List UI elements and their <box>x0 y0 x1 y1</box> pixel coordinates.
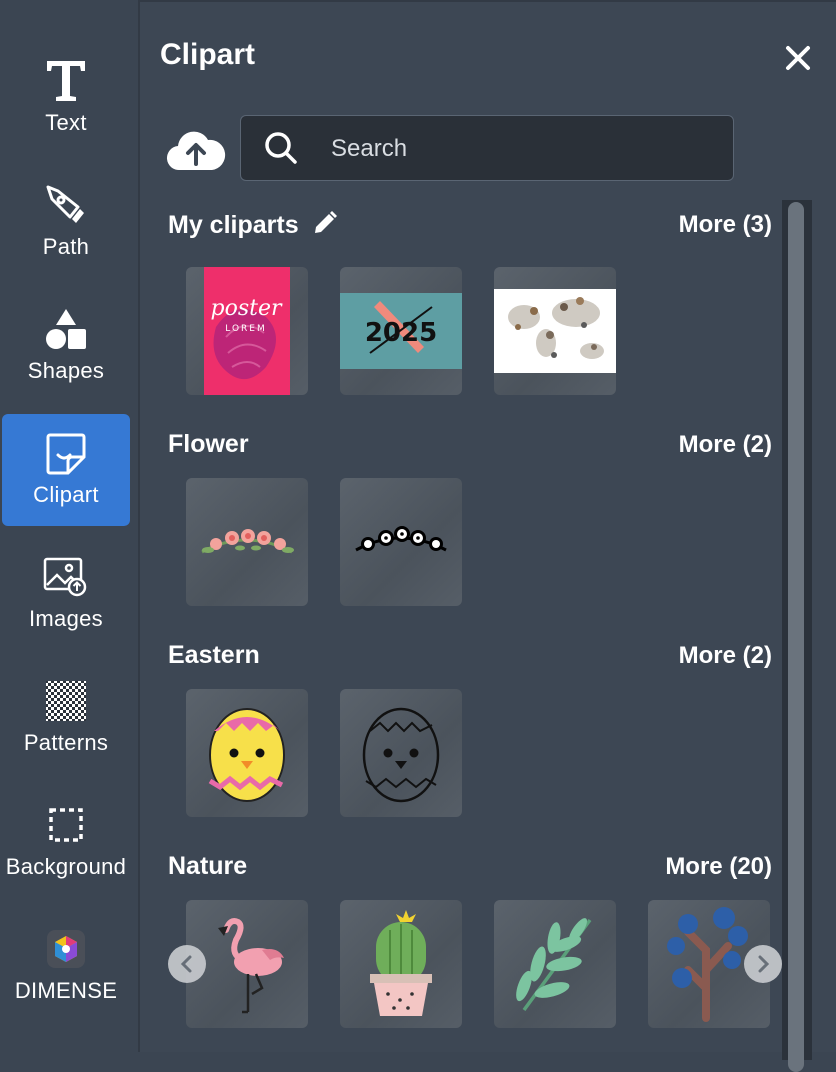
chevron-left-icon <box>180 955 192 973</box>
dimense-logo-icon <box>2 924 130 974</box>
clipart-thumb[interactable] <box>340 689 462 817</box>
section-title-my-cliparts: My cliparts <box>168 210 338 240</box>
section-title-text: My cliparts <box>168 211 299 239</box>
sidebar-item-label: DIMENSE <box>14 978 118 1003</box>
sidebar-item-patterns[interactable]: Patterns <box>2 662 130 774</box>
sidebar-item-background[interactable]: Background <box>2 786 130 898</box>
chevron-right-icon <box>758 955 770 973</box>
clipart-thumb[interactable] <box>494 900 616 1028</box>
pencil-icon[interactable] <box>312 210 338 236</box>
search-input[interactable] <box>329 126 713 172</box>
sticker-icon <box>2 428 130 478</box>
image-upload-icon <box>2 552 130 602</box>
shapes-icon <box>2 304 130 354</box>
sidebar-item-label: Images <box>29 606 103 631</box>
sidebar-item-path[interactable]: Path <box>2 166 130 278</box>
close-icon[interactable] <box>782 42 814 74</box>
year-text: 2025 <box>365 318 437 348</box>
scrollbar-thumb[interactable] <box>788 202 804 1072</box>
more-link[interactable]: More (2) <box>679 642 772 670</box>
more-link[interactable]: More (3) <box>679 211 772 239</box>
search-icon <box>263 130 299 171</box>
sidebar-item-label: Background <box>5 854 127 879</box>
clipart-thumb[interactable]: poster LOREM <box>186 267 308 395</box>
sidebar-item-images[interactable]: Images <box>2 538 130 650</box>
poster-sub: LOREM <box>225 324 266 334</box>
sidebar-item-dimense[interactable]: DIMENSE <box>2 910 130 1022</box>
dashed-square-icon <box>2 800 130 850</box>
poster-word: poster <box>211 296 283 321</box>
section-title-eastern: Eastern <box>168 641 260 669</box>
clipart-thumb[interactable] <box>186 478 308 606</box>
more-link[interactable]: More (2) <box>679 431 772 459</box>
sidebar-item-clipart[interactable]: Clipart <box>2 414 130 526</box>
clipart-thumb[interactable] <box>186 689 308 817</box>
clipart-thumb[interactable] <box>340 478 462 606</box>
clipart-thumb[interactable] <box>340 900 462 1028</box>
sidebar-item-label: Patterns <box>23 730 109 755</box>
more-link[interactable]: More (20) <box>665 853 772 881</box>
sidebar: Text Path Shapes Clipart Images Patterns <box>0 0 140 1052</box>
sidebar-item-label: Text <box>45 110 87 135</box>
pen-tool-icon <box>2 180 130 230</box>
sidebar-item-label: Clipart <box>33 482 99 507</box>
text-icon <box>2 56 130 106</box>
panel-title: Clipart <box>160 38 256 71</box>
section-title-nature: Nature <box>168 852 248 880</box>
search-box <box>240 115 734 181</box>
sidebar-item-shapes[interactable]: Shapes <box>2 290 130 402</box>
upload-cloud-icon[interactable] <box>166 126 226 174</box>
carousel-next-button[interactable] <box>744 945 782 983</box>
clipart-thumb[interactable] <box>494 267 616 395</box>
sidebar-item-text[interactable]: Text <box>2 42 130 154</box>
pattern-icon <box>2 676 130 726</box>
clipart-thumb[interactable]: 2025 <box>340 267 462 395</box>
section-title-flower: Flower <box>168 430 249 458</box>
sidebar-item-label: Path <box>42 234 90 259</box>
sidebar-item-label: Shapes <box>27 358 105 383</box>
carousel-prev-button[interactable] <box>168 945 206 983</box>
clipart-panel: Clipart My cliparts More (3) poster LORE… <box>140 0 836 1072</box>
